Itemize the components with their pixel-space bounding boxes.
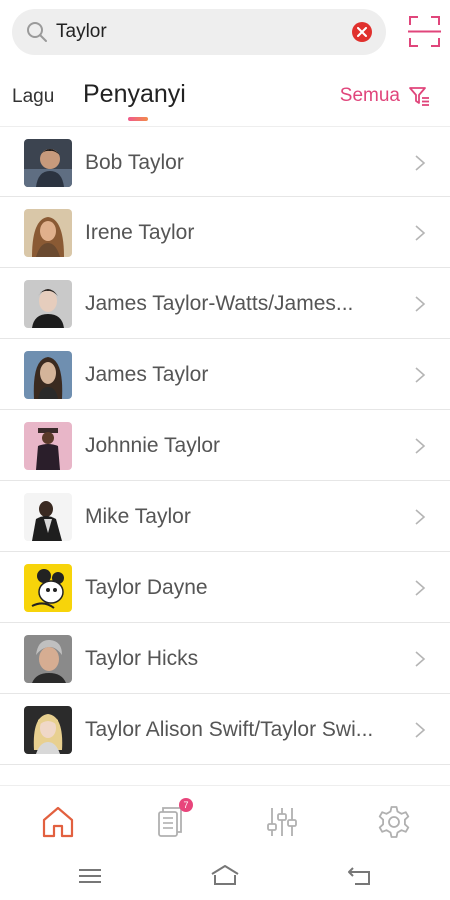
filter-button[interactable]: Semua: [340, 83, 430, 109]
scan-icon[interactable]: [408, 15, 441, 48]
artist-row[interactable]: Bob Taylor: [0, 126, 450, 197]
playlist-button[interactable]: 7: [153, 798, 193, 840]
artist-avatar: [24, 493, 72, 541]
artist-name: Bob Taylor: [85, 151, 184, 174]
artist-name: Mike Taylor: [85, 505, 191, 528]
chevron-right-icon: [415, 155, 426, 171]
system-navigation: [0, 857, 450, 900]
artist-row[interactable]: James Taylor: [0, 339, 450, 410]
artist-row[interactable]: Taylor Alison Swift/Taylor Swi...: [0, 694, 450, 765]
artist-row[interactable]: Johnnie Taylor: [0, 410, 450, 481]
filter-icon: [409, 87, 429, 106]
notification-badge: 7: [179, 798, 193, 812]
artist-avatar: [24, 422, 72, 470]
chevron-right-icon: [415, 509, 426, 525]
tab-artists[interactable]: Penyanyi: [83, 80, 186, 109]
search-icon: [27, 22, 47, 42]
artist-name: James Taylor-Watts/James...: [85, 292, 354, 315]
chevron-right-icon: [415, 296, 426, 312]
artist-row[interactable]: Mike Taylor: [0, 481, 450, 552]
artist-avatar: [24, 564, 72, 612]
artist-name: Johnnie Taylor: [85, 434, 221, 457]
search-tabs: Lagu Penyanyi Semua: [0, 66, 450, 126]
artist-row[interactable]: Taylor Hicks: [0, 623, 450, 694]
chevron-right-icon: [415, 651, 426, 667]
artist-avatar: [24, 635, 72, 683]
menu-icon[interactable]: [75, 863, 105, 889]
artist-row[interactable]: Taylor Dayne: [0, 552, 450, 623]
chevron-right-icon: [415, 438, 426, 454]
artist-name: Taylor Alison Swift/Taylor Swi...: [85, 718, 374, 741]
artist-name: Irene Taylor: [85, 221, 195, 244]
artist-avatar: [24, 209, 72, 257]
equalizer-icon[interactable]: [264, 804, 300, 840]
tab-songs[interactable]: Lagu: [12, 86, 54, 108]
back-icon[interactable]: [345, 863, 375, 889]
artist-row[interactable]: Irene Taylor: [0, 197, 450, 268]
chevron-right-icon: [415, 367, 426, 383]
artist-avatar: [24, 139, 72, 187]
artist-name: James Taylor: [85, 363, 209, 386]
clear-search-button[interactable]: [352, 22, 372, 42]
artist-avatar: [24, 351, 72, 399]
home-outline-icon[interactable]: [210, 863, 240, 889]
filter-label: Semua: [339, 85, 400, 106]
chevron-right-icon: [415, 225, 426, 241]
top-bar: [0, 0, 450, 66]
chevron-right-icon: [415, 580, 426, 596]
clear-icon: [357, 27, 367, 37]
artist-row[interactable]: James Taylor-Watts/James...: [0, 268, 450, 339]
bottom-navigation: 7: [0, 785, 450, 857]
search-input[interactable]: [56, 9, 346, 55]
chevron-right-icon: [415, 722, 426, 738]
search-bar[interactable]: [12, 9, 386, 55]
settings-icon[interactable]: [376, 804, 412, 840]
active-tab-indicator: [128, 117, 148, 121]
artist-avatar: [24, 280, 72, 328]
artist-list: Bob Taylor Irene Taylor James Taylor-Wat…: [0, 126, 450, 765]
artist-name: Taylor Hicks: [85, 647, 199, 670]
home-icon[interactable]: [40, 804, 76, 840]
artist-avatar: [24, 706, 72, 754]
artist-name: Taylor Dayne: [85, 576, 208, 599]
